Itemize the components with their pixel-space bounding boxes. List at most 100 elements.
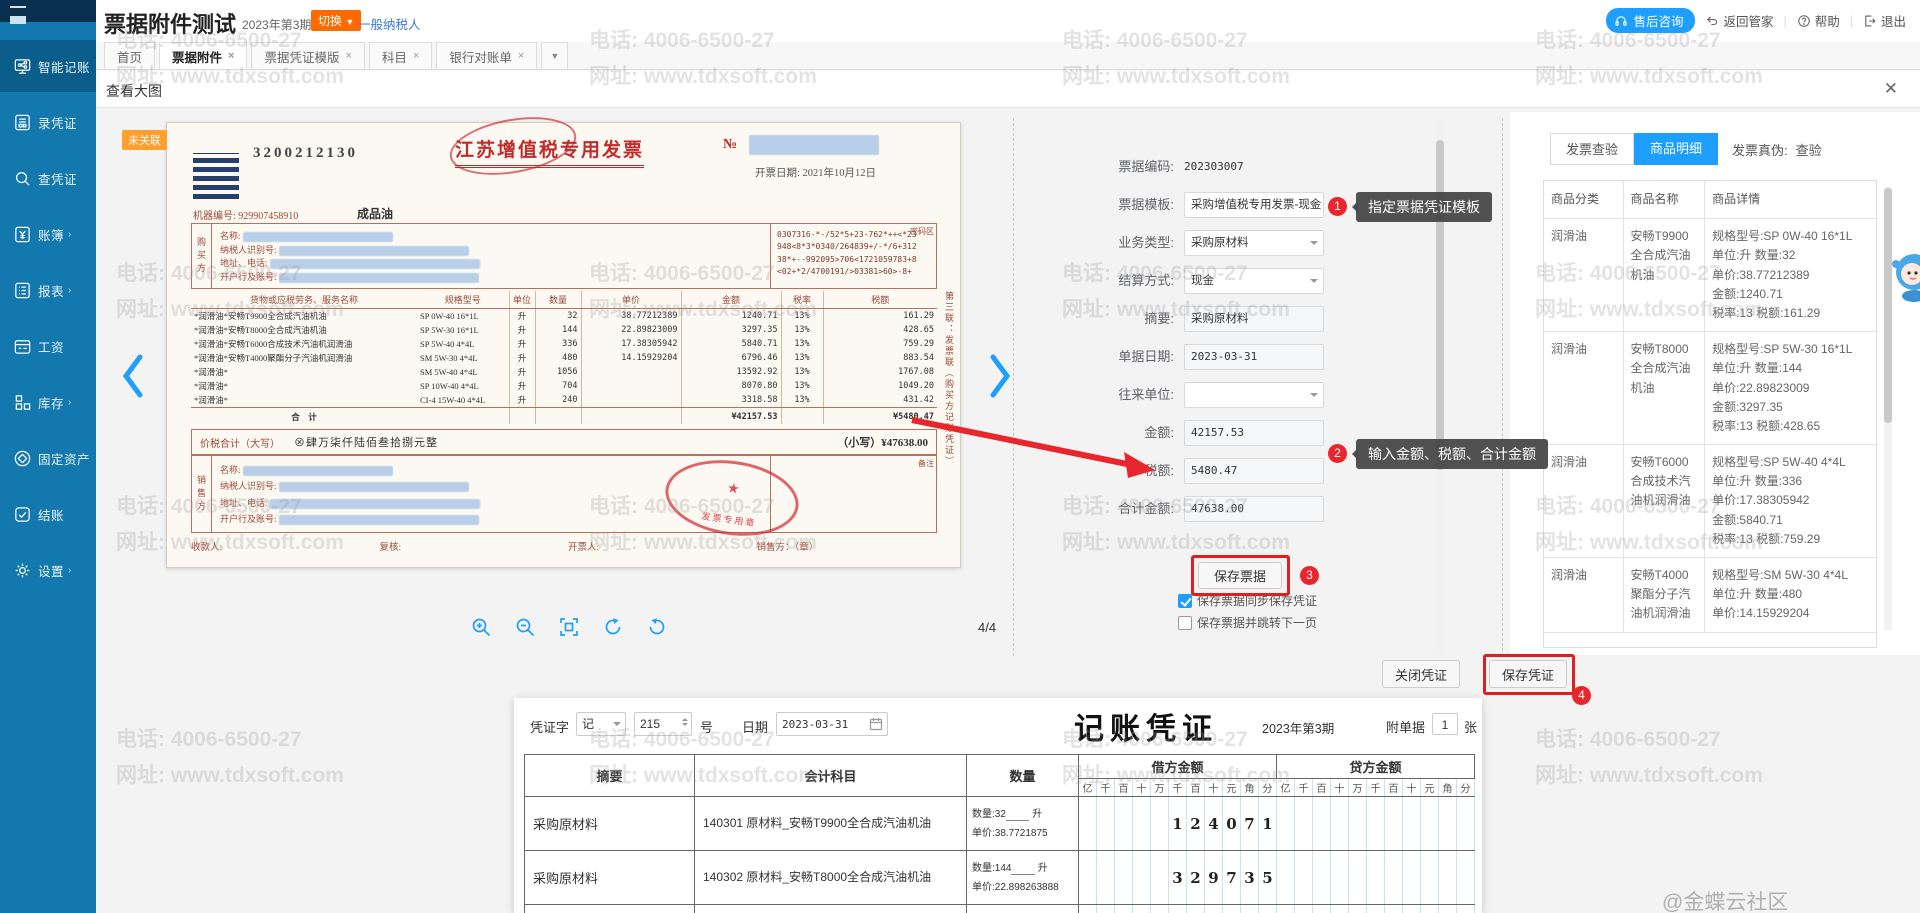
attachment-label: 附单据 <box>1386 717 1425 736</box>
spinner-icon[interactable] <box>682 715 688 729</box>
star-icon: ★ <box>726 480 741 499</box>
logout-link[interactable]: 退出 <box>1863 11 1906 30</box>
product-detail-line: 金额:3297.35 <box>1712 398 1869 417</box>
tab-invoice-check[interactable]: 发票查验 <box>1550 133 1634 165</box>
verify-link[interactable]: 查验 <box>1796 143 1822 158</box>
zoom-in-icon[interactable] <box>470 616 492 638</box>
rotate-right-icon[interactable] <box>646 616 668 638</box>
sidebar-item-close[interactable]: 结账 <box>0 488 96 540</box>
ledger-icon <box>13 225 32 244</box>
next-image-button[interactable] <box>985 352 1015 400</box>
rotate-left-icon[interactable] <box>602 616 624 638</box>
switch-period-button[interactable]: 切换 ▼ <box>311 10 361 31</box>
sidebar-item-report[interactable]: 报表› <box>0 264 96 316</box>
close-icon[interactable]: × <box>345 50 351 62</box>
sidebar-item-stock[interactable]: 库存› <box>0 376 96 428</box>
amount-digit <box>1421 797 1439 851</box>
voucher-summary: 采购原材料 <box>525 851 695 905</box>
page-indicator: 4/4 <box>978 620 996 635</box>
tab-product-detail[interactable]: 商品明细 <box>1634 133 1718 165</box>
tab-label: 首页 <box>117 47 142 66</box>
tab-label: 票据凭证模版 <box>264 47 339 66</box>
sidebar-item-entry[interactable]: 录凭证 <box>0 96 96 148</box>
product-type-label: 成品油 <box>357 205 393 222</box>
product-name: 安畅T9900全合成汽油机油 <box>1624 219 1706 331</box>
invoice-image: 3200212130 江苏增值税专用发票 № 开票日期: 2021年10月12日… <box>166 122 961 568</box>
tab-科目[interactable]: 科目× <box>369 42 432 69</box>
attachment-count-input[interactable]: 1 <box>1432 713 1458 735</box>
password-lines: 0307316-*-/52*5+23-762*++<*23948<8*3*034… <box>777 229 930 279</box>
tab-银行对账单[interactable]: 银行对账单× <box>436 42 537 69</box>
save-voucher-button[interactable]: 保存凭证 <box>1489 660 1567 688</box>
back-to-admin-link[interactable]: 返回管家 <box>1705 11 1773 30</box>
product-detail-line: 税率:13 税额:428.65 <box>1712 417 1869 436</box>
sidebar-item-search[interactable]: 查凭证 <box>0 152 96 204</box>
form-label: 票据编码: <box>1040 154 1174 180</box>
redacted-value <box>279 515 479 525</box>
sidebar-item-salary[interactable]: 工资 <box>0 320 96 372</box>
checkbox-jump-next[interactable]: 保存票据并跳转下一页 <box>1178 614 1317 631</box>
field-value: 采购增值税专用发票-现金 <box>1191 199 1321 211</box>
qty-underline <box>1006 809 1029 821</box>
amount-digit <box>1403 851 1421 905</box>
item-amount: 6796.46 <box>681 351 781 365</box>
digit-header: 分 <box>1259 779 1277 797</box>
tab-票据附件[interactable]: 票据附件 × <box>159 42 247 69</box>
save-ticket-button[interactable]: 保存票据 <box>1198 562 1282 589</box>
form-field-5[interactable]: 2023-03-31 <box>1184 344 1324 370</box>
invoice-code: 3200212130 <box>253 145 358 162</box>
form-field-9[interactable]: 47638.00 <box>1184 496 1324 522</box>
item-unit: 升 <box>509 337 535 351</box>
zoom-out-icon[interactable] <box>514 616 536 638</box>
close-icon[interactable]: × <box>228 50 234 62</box>
help-icon <box>1797 14 1811 28</box>
qty-underline <box>1011 863 1034 875</box>
fit-size-icon[interactable] <box>558 616 580 638</box>
form-field-1[interactable]: 采购增值税专用发票-现金 <box>1184 192 1324 218</box>
digit-header: 角 <box>1439 779 1457 797</box>
form-field-6[interactable] <box>1184 382 1324 408</box>
close-voucher-button[interactable]: 关闭凭证 <box>1382 660 1460 688</box>
buyer-rows: 名称: 纳税人识别号: 地址、电话: 开户行及账号: <box>212 224 770 288</box>
checkbox-sync-voucher[interactable]: 保存票据同步保存凭证 <box>1178 592 1317 609</box>
sidebar-item-gear[interactable]: 设置› <box>0 544 96 596</box>
service-button[interactable]: 售后咨询 <box>1606 8 1695 33</box>
sidebar-item-smart[interactable]: 智能记账 <box>0 40 96 92</box>
sidebar-item-ledger[interactable]: 账簿› <box>0 208 96 260</box>
form-field-4[interactable]: 采购原材料 <box>1184 306 1324 332</box>
tooltip-step-1: 指定票据凭证模板 <box>1356 192 1492 222</box>
item-tax: 428.65 <box>823 323 937 337</box>
help-link[interactable]: 帮助 <box>1797 11 1840 30</box>
amount-digit <box>1097 797 1115 851</box>
item-name: *润滑油* <box>191 379 417 393</box>
form-field-7[interactable]: 42157.53 <box>1184 420 1324 446</box>
tab-票据凭证模版[interactable]: 票据凭证模版 × <box>251 42 364 69</box>
form-field-2[interactable]: 采购原材料 <box>1184 230 1324 256</box>
tab-label: 票据附件 <box>172 47 222 66</box>
sidebar-item-asset[interactable]: 固定资产 <box>0 432 96 484</box>
taxpayer-link[interactable]: 一般纳税人 <box>358 14 421 33</box>
form-field-3[interactable]: 现金 <box>1184 268 1324 294</box>
tab-首页[interactable]: 首页 <box>104 42 155 69</box>
form-field-8[interactable]: 5480.47 <box>1184 458 1324 484</box>
invoice-footer-label: 收款人: <box>191 539 372 553</box>
prev-image-button[interactable] <box>118 352 148 400</box>
product-detail-line: 税率:13 税额:161.29 <box>1712 304 1869 323</box>
menu-toggle[interactable] <box>0 0 96 22</box>
voucher-word-select[interactable]: 记 <box>576 712 626 736</box>
price-line: 单价:22.898263888 <box>972 878 1073 897</box>
digit-header: 百 <box>1187 779 1205 797</box>
divider-dashed <box>1502 118 1503 656</box>
tab-list-dropdown[interactable]: ▼ <box>541 42 568 69</box>
voucher-column-header: 会计科目 <box>695 755 967 797</box>
item-unit: 升 <box>509 323 535 337</box>
close-icon[interactable]: × <box>518 50 524 62</box>
item-spec: SP 5W-40 4*4L <box>417 337 509 351</box>
voucher-number-input[interactable]: 215 <box>634 712 692 736</box>
close-icon[interactable]: × <box>413 50 419 62</box>
voucher-date-input[interactable]: 2023-03-31 <box>776 712 888 736</box>
digit-header: 十 <box>1403 779 1421 797</box>
mascot <box>1888 250 1920 302</box>
invoice-table-body: *润滑油*安畅T9900全合成汽油机油SP 0W-40 16*1L升3238.7… <box>191 309 937 425</box>
amount-digit: 5 <box>1259 851 1277 905</box>
